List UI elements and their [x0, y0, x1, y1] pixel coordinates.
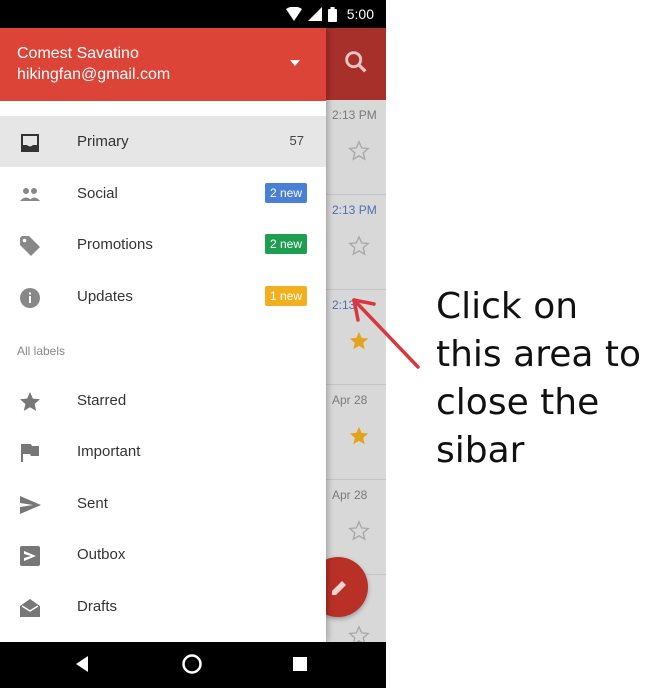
nav-item-label: Social	[77, 185, 118, 202]
star-outline-icon[interactable]	[348, 235, 370, 257]
inbox-row[interactable]: Apr 28	[326, 385, 386, 480]
section-header-all-labels: All labels	[17, 344, 66, 358]
account-name: Comest Savatino	[17, 45, 139, 62]
battery-icon	[327, 6, 337, 22]
people-icon	[20, 188, 40, 201]
annotation-arrow	[352, 298, 420, 369]
nav-item-label: Starred	[77, 392, 127, 409]
nav-item-promotions[interactable]: Promotions 2 new	[0, 219, 326, 270]
nav-item-important[interactable]: Important	[0, 426, 326, 477]
wifi-icon	[285, 7, 302, 21]
dropdown-arrow-icon[interactable]	[288, 58, 302, 68]
info-icon	[20, 288, 40, 308]
star-outline-icon[interactable]	[348, 140, 370, 162]
nav-item-label: Updates	[77, 288, 133, 305]
nav-item-social[interactable]: Social 2 new	[0, 168, 326, 219]
inbox-row-time: 2:13 PM	[332, 203, 377, 217]
nav-item-primary[interactable]: Primary 57	[0, 116, 326, 167]
unread-count: 57	[289, 133, 304, 148]
drafts-icon	[20, 599, 40, 617]
status-bar: 5:00	[0, 0, 386, 28]
search-icon[interactable]	[342, 48, 370, 76]
nav-item-starred[interactable]: Starred	[0, 375, 326, 426]
nav-item-sent[interactable]: Sent	[0, 478, 326, 529]
account-email: hikingfan@gmail.com	[17, 66, 171, 83]
inbox-row-time: Apr 28	[332, 488, 368, 502]
phone-screen: 5:00 2:13 PM 2:13 PM 2:13 Apr 28 Apr 28	[0, 0, 386, 688]
inbox-row[interactable]: 2:13 PM	[326, 100, 386, 195]
recents-icon[interactable]	[293, 657, 307, 671]
outbox-icon	[20, 546, 40, 566]
important-flag-icon	[21, 444, 39, 462]
navigation-drawer: Comest Savatino hikingfan@gmail.com Prim…	[0, 28, 326, 642]
star-outline-icon[interactable]	[348, 520, 370, 542]
home-icon[interactable]	[181, 653, 203, 675]
send-icon	[20, 496, 41, 514]
star-filled-icon[interactable]	[348, 425, 370, 447]
back-icon[interactable]	[74, 654, 92, 674]
nav-item-outbox[interactable]: Outbox	[0, 529, 326, 580]
star-icon	[20, 392, 40, 411]
annotation-text: Click on this area to close the sibar	[436, 286, 641, 471]
nav-item-label: Important	[77, 443, 141, 460]
inbox-row[interactable]: 2:13 PM	[326, 195, 386, 290]
signal-icon	[307, 7, 322, 21]
tag-icon	[20, 236, 40, 256]
nav-item-label: Sent	[77, 495, 108, 512]
account-header[interactable]: Comest Savatino hikingfan@gmail.com	[0, 28, 326, 101]
nav-item-updates[interactable]: Updates 1 new	[0, 271, 326, 322]
new-badge: 2 new	[264, 234, 307, 254]
inbox-icon	[21, 134, 39, 152]
system-navigation-bar	[0, 642, 386, 688]
nav-item-label: Drafts	[77, 598, 118, 615]
new-badge: 1 new	[264, 286, 307, 306]
status-time: 5:00	[346, 6, 374, 22]
nav-item-label: Primary	[77, 133, 129, 150]
inbox-row-time: 2:13 PM	[332, 108, 377, 122]
nav-item-drafts[interactable]: Drafts	[0, 581, 326, 632]
new-badge: 2 new	[264, 183, 307, 203]
inbox-row-time: Apr 28	[332, 393, 368, 407]
nav-item-label: Outbox	[77, 546, 126, 563]
nav-item-label: Promotions	[77, 236, 153, 253]
